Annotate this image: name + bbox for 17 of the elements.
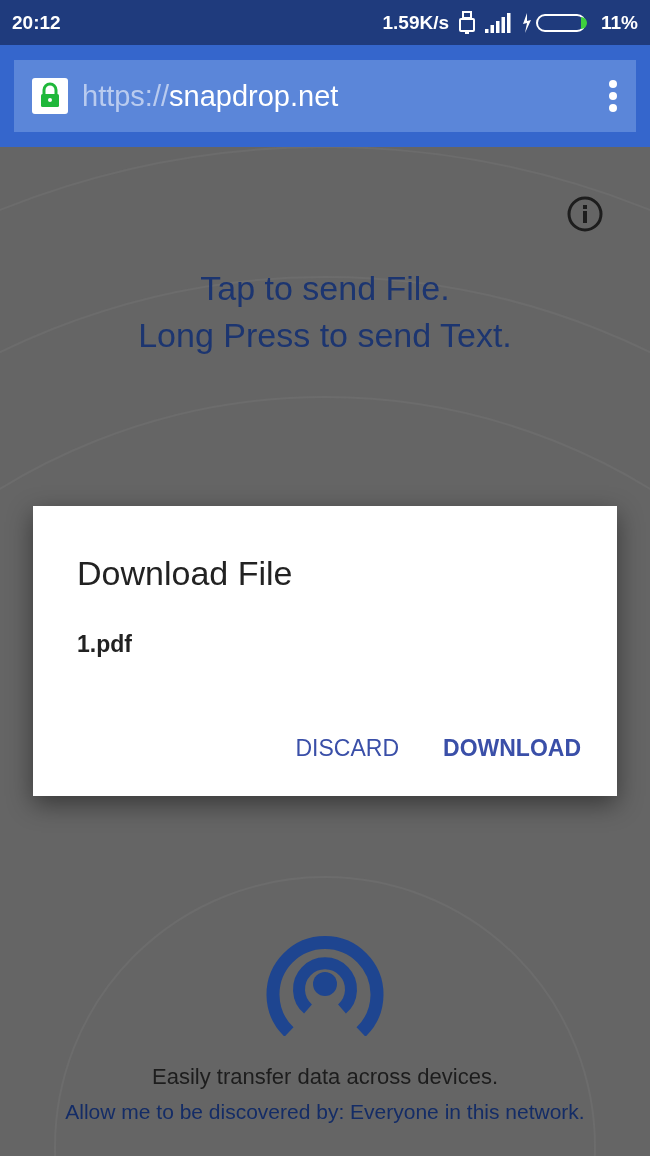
lock-icon xyxy=(32,78,68,114)
instruction-text: Tap to send File. xyxy=(200,269,450,308)
battery-percent: 11% xyxy=(601,11,638,34)
info-icon[interactable] xyxy=(566,195,604,233)
instruction-text: Long Press to send Text. xyxy=(138,316,512,355)
menu-icon[interactable] xyxy=(608,80,618,112)
cancel-button[interactable]: DISCARD xyxy=(295,735,399,762)
signal-icon xyxy=(485,12,513,33)
usb-icon xyxy=(459,10,475,35)
address-field[interactable]: https://snapdrop.net xyxy=(14,60,636,132)
network-speed: 1.59K/s xyxy=(382,11,449,34)
file-name: 1.pdf xyxy=(77,631,133,658)
confirm-button[interactable]: DOWNLOAD xyxy=(443,735,581,762)
dialog-title: Download File xyxy=(77,554,294,593)
clock: 20:12 xyxy=(12,11,61,34)
url-text: https://snapdrop.net xyxy=(82,79,340,113)
tagline-text: Easily transfer data across devices. xyxy=(151,1064,498,1090)
